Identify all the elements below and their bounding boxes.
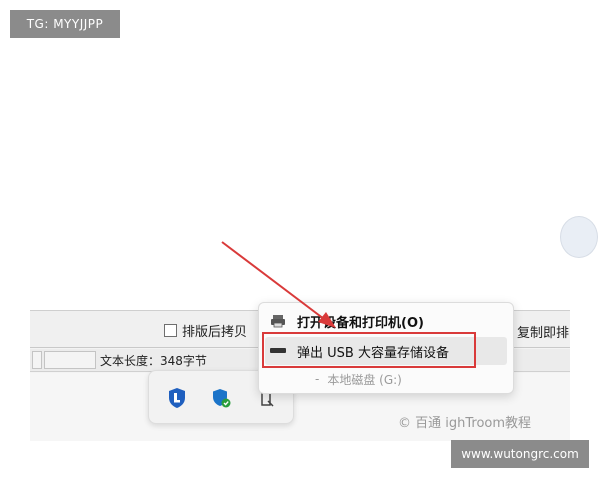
menu-item-label: 打开设备和打印机(O) <box>297 315 424 331</box>
menu-item-local-disk[interactable]: - 本地磁盘 (G:) <box>265 365 507 393</box>
status-cell <box>32 351 42 369</box>
watermark-top-left: TG: MYYJJPP <box>10 10 120 38</box>
text-length-status: 文本长度：348字节 <box>100 354 207 368</box>
dash-icon: - <box>315 372 320 386</box>
content-watermark: © 百通 ighTroom教程 <box>398 416 532 431</box>
floating-assistant-bubble[interactable] <box>560 216 598 258</box>
watermark-bottom-right: www.wutongrc.com <box>451 440 589 468</box>
security-shield-icon[interactable] <box>167 387 187 409</box>
status-cell <box>44 351 96 369</box>
copy-after-format-option[interactable]: 排版后拷贝 <box>164 321 247 340</box>
printer-icon <box>269 313 287 329</box>
copy-format-button[interactable]: 复制即排 <box>517 322 569 341</box>
highlight-box <box>262 332 476 368</box>
menu-item-open-devices-printers[interactable]: 打开设备和打印机(O) <box>265 307 507 335</box>
menu-item-label: 本地磁盘 (G:) <box>327 372 402 387</box>
copy-after-format-label: 排版后拷贝 <box>182 325 248 340</box>
defender-check-icon[interactable] <box>211 387 231 409</box>
copy-after-format-checkbox[interactable] <box>164 324 177 337</box>
